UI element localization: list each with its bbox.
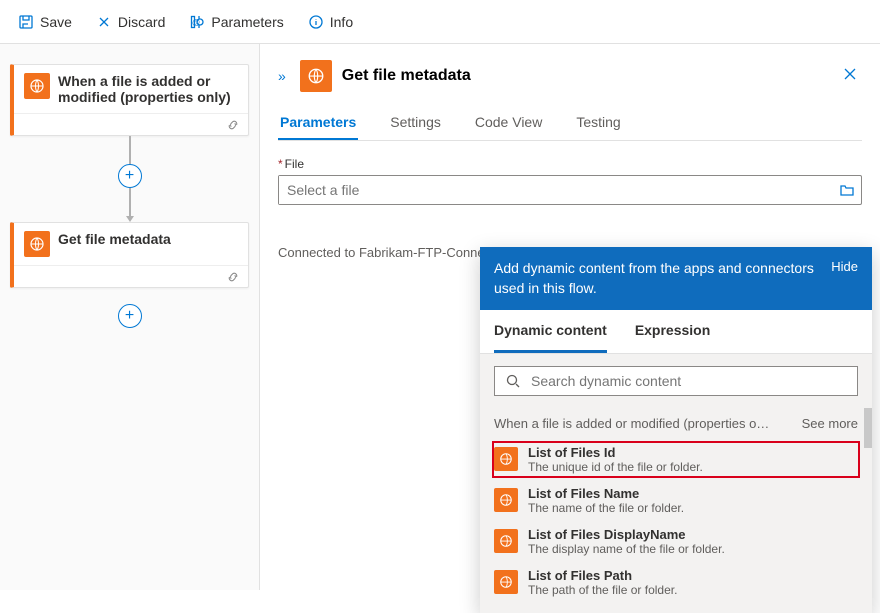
dyn-item-title: List of Files Path: [528, 568, 677, 583]
save-button[interactable]: Save: [8, 8, 82, 36]
add-step-button-2[interactable]: +: [118, 304, 142, 328]
panel-title: Get file metadata: [342, 67, 828, 85]
ftp-icon: [24, 231, 50, 257]
dynamic-item-list-of-files-name[interactable]: List of Files Name The name of the file …: [480, 480, 872, 521]
close-panel-button[interactable]: [838, 62, 862, 91]
discard-label: Discard: [118, 14, 165, 30]
tab-testing[interactable]: Testing: [574, 106, 622, 140]
action-title: Get file metadata: [58, 231, 171, 247]
search-icon: [505, 373, 521, 389]
ftp-icon: [24, 73, 50, 99]
ftp-icon: [494, 447, 518, 471]
parameters-label: Parameters: [211, 14, 283, 30]
tab-expression[interactable]: Expression: [635, 310, 710, 353]
link-icon: [226, 118, 240, 132]
parameters-icon: @: [189, 14, 205, 30]
toolbar: Save Discard @ Parameters Info: [0, 0, 880, 44]
trigger-card[interactable]: When a file is added or modified (proper…: [10, 64, 249, 136]
dyn-item-desc: The display name of the file or folder.: [528, 542, 725, 556]
info-label: Info: [330, 14, 353, 30]
dyn-item-title: List of Files DisplayName: [528, 527, 725, 542]
dynamic-content-list[interactable]: When a file is added or modified (proper…: [480, 408, 872, 613]
dyn-item-desc: The path of the file or folder.: [528, 583, 677, 597]
tab-settings[interactable]: Settings: [388, 106, 443, 140]
add-step-button-1[interactable]: +: [118, 164, 142, 188]
ftp-icon: [494, 488, 518, 512]
file-input[interactable]: [279, 176, 839, 204]
dynamic-content-header: Add dynamic content from the apps and co…: [494, 259, 821, 298]
discard-button[interactable]: Discard: [86, 8, 175, 36]
dynamic-item-list-of-files-displayname[interactable]: List of Files DisplayName The display na…: [480, 521, 872, 562]
dynamic-content-flyout: Add dynamic content from the apps and co…: [480, 247, 872, 613]
file-field-label: *File: [278, 157, 862, 171]
dyn-item-title: List of Files Name: [528, 486, 684, 501]
link-icon: [226, 270, 240, 284]
dynamic-item-list-of-files-id[interactable]: List of Files Id The unique id of the fi…: [492, 441, 860, 478]
tab-codeview[interactable]: Code View: [473, 106, 544, 140]
discard-icon: [96, 14, 112, 30]
detail-panel: » Get file metadata Parameters Settings …: [260, 44, 880, 590]
file-field[interactable]: [278, 175, 862, 205]
dyn-item-desc: The name of the file or folder.: [528, 501, 684, 515]
svg-text:@: @: [192, 18, 200, 27]
dynamic-section-title: When a file is added or modified (proper…: [494, 416, 769, 431]
trigger-title: When a file is added or modified (proper…: [58, 73, 238, 105]
ftp-icon: [494, 529, 518, 553]
parameters-button[interactable]: @ Parameters: [179, 8, 293, 36]
folder-picker-icon[interactable]: [839, 182, 855, 198]
info-icon: [308, 14, 324, 30]
tab-dynamic-content[interactable]: Dynamic content: [494, 310, 607, 353]
workflow-canvas: When a file is added or modified (proper…: [0, 44, 260, 590]
panel-tabs: Parameters Settings Code View Testing: [278, 106, 862, 141]
hide-dynamic-content-button[interactable]: Hide: [831, 259, 858, 274]
dynamic-content-search-input[interactable]: [531, 373, 847, 389]
see-more-button[interactable]: See more: [802, 416, 858, 431]
dyn-item-title: List of Files Id: [528, 445, 703, 460]
dynamic-content-search[interactable]: [494, 366, 858, 396]
dynamic-item-list-of-files-path[interactable]: List of Files Path The path of the file …: [480, 562, 872, 603]
save-icon: [18, 14, 34, 30]
save-label: Save: [40, 14, 72, 30]
collapse-panel-button[interactable]: »: [278, 68, 286, 84]
dyn-item-desc: The unique id of the file or folder.: [528, 460, 703, 474]
tab-parameters[interactable]: Parameters: [278, 106, 358, 140]
ftp-icon: [300, 60, 332, 92]
action-card[interactable]: Get file metadata: [10, 222, 249, 288]
info-button[interactable]: Info: [298, 8, 363, 36]
scrollbar-thumb[interactable]: [864, 408, 872, 448]
ftp-icon: [494, 570, 518, 594]
